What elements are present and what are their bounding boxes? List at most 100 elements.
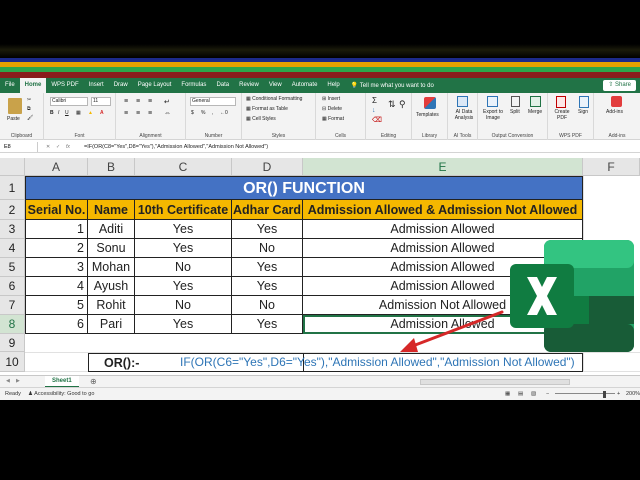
row-header-6[interactable]: 6 — [0, 277, 25, 296]
row-header-3[interactable]: 3 — [0, 220, 25, 239]
create-pdf-icon[interactable] — [556, 96, 566, 108]
insert-function-icon[interactable]: fx — [66, 141, 70, 153]
serial-cell[interactable]: 4 — [25, 277, 88, 296]
merge-center-icon[interactable]: ⇔ — [164, 110, 171, 117]
serial-cell[interactable]: 1 — [25, 220, 88, 239]
row-header-4[interactable]: 4 — [0, 239, 25, 258]
admission-result-cell[interactable]: Admission Allowed — [303, 220, 583, 239]
align-left-icon[interactable]: ≡ — [124, 110, 128, 117]
italic-icon[interactable]: I — [58, 110, 59, 116]
tab-review[interactable]: Review — [234, 78, 264, 93]
ai-data-analysis-icon[interactable] — [457, 96, 468, 107]
borders-icon[interactable]: ▦ — [76, 110, 81, 116]
format-painter-icon[interactable]: 🖌 — [27, 115, 33, 121]
tab-home[interactable]: Home — [19, 78, 47, 93]
cell-styles-button[interactable]: ▦ Cell Styles — [246, 116, 276, 122]
bold-icon[interactable]: B — [50, 110, 54, 116]
templates-icon[interactable] — [424, 97, 436, 109]
sign-icon[interactable] — [579, 96, 589, 108]
tenth-certificate-cell[interactable]: No — [135, 296, 232, 315]
row-header-8[interactable]: 8 — [0, 315, 25, 334]
sort-filter-icon[interactable]: ⇅ — [388, 99, 396, 110]
add-sheet-icon[interactable]: ⊕ — [90, 377, 97, 386]
header-admission-result[interactable]: Admission Allowed & Admission Not Allowe… — [303, 200, 583, 220]
find-select-icon[interactable]: ⚲ — [399, 99, 406, 110]
zoom-slider[interactable] — [555, 393, 615, 394]
adhar-card-cell[interactable]: Yes — [232, 315, 303, 334]
name-cell[interactable]: Pari — [88, 315, 135, 334]
row-header-10[interactable]: 10 — [0, 352, 25, 372]
adhar-card-cell[interactable]: Yes — [232, 220, 303, 239]
column-header-b[interactable]: B — [88, 158, 135, 176]
cancel-icon[interactable]: ✕ — [46, 141, 50, 153]
decimal-icon[interactable]: ←0 — [220, 110, 228, 116]
underline-icon[interactable]: U — [65, 110, 69, 116]
tab-file[interactable]: File — [0, 78, 20, 93]
tab-help[interactable]: Help — [322, 78, 344, 93]
currency-icon[interactable]: $ — [191, 110, 194, 116]
name-cell[interactable]: Aditi — [88, 220, 135, 239]
normal-view-icon[interactable]: ▦ — [505, 388, 510, 400]
serial-cell[interactable]: 5 — [25, 296, 88, 315]
row-header-2[interactable]: 2 — [0, 200, 25, 220]
adhar-card-cell[interactable]: No — [232, 296, 303, 315]
tab-page-layout[interactable]: Page Layout — [133, 78, 177, 93]
delete-cells-button[interactable]: ⊟ Delete — [322, 106, 342, 112]
format-as-table-button[interactable]: ▦ Format as Table — [246, 106, 288, 112]
copy-icon[interactable]: ⧉ — [27, 106, 31, 112]
clear-icon[interactable]: ⌫ — [372, 116, 382, 124]
merge-icon[interactable] — [530, 96, 541, 107]
page-break-view-icon[interactable]: ▧ — [531, 388, 536, 400]
conditional-formatting-button[interactable]: ▦ Conditional Formatting — [246, 96, 302, 102]
column-header-d[interactable]: D — [232, 158, 303, 176]
fill-color-icon[interactable]: ▲ — [88, 110, 93, 116]
header-serial-no[interactable]: Serial No. — [25, 200, 88, 220]
header-name[interactable]: Name — [88, 200, 135, 220]
name-cell[interactable]: Ayush — [88, 277, 135, 296]
share-button[interactable]: ⇧ Share — [603, 80, 636, 91]
tell-me-search[interactable]: 💡 Tell me what you want to do — [351, 82, 434, 89]
wrap-text-icon[interactable]: ↵ — [164, 98, 170, 106]
column-header-c[interactable]: C — [135, 158, 232, 176]
page-layout-view-icon[interactable]: ▤ — [518, 388, 523, 400]
tab-draw[interactable]: Draw — [109, 78, 133, 93]
tenth-certificate-cell[interactable]: Yes — [135, 315, 232, 334]
addins-icon[interactable] — [611, 96, 622, 107]
name-box[interactable]: E8 — [2, 142, 38, 152]
enter-icon[interactable]: ✓ — [56, 141, 60, 153]
formula-input[interactable]: =IF(OR(C8="Yes",D8="Yes"),"Admission All… — [84, 141, 268, 153]
tab-automate[interactable]: Automate — [287, 78, 323, 93]
accessibility-status[interactable]: ♟ Accessibility: Good to go — [28, 388, 94, 400]
column-header-f[interactable]: F — [583, 158, 640, 176]
percent-icon[interactable]: % — [201, 110, 205, 116]
align-middle-icon[interactable]: ≡ — [136, 98, 140, 105]
tenth-certificate-cell[interactable]: Yes — [135, 220, 232, 239]
select-all-corner[interactable] — [0, 158, 25, 176]
serial-cell[interactable]: 3 — [25, 258, 88, 277]
align-bottom-icon[interactable]: ≡ — [148, 98, 152, 105]
row-header-1[interactable]: 1 — [0, 176, 25, 200]
insert-cells-button[interactable]: ⊞ Insert — [322, 96, 340, 102]
tenth-certificate-cell[interactable]: Yes — [135, 239, 232, 258]
format-cells-button[interactable]: ▦ Format — [322, 116, 344, 122]
tab-view[interactable]: View — [264, 78, 287, 93]
name-cell[interactable]: Rohit — [88, 296, 135, 315]
paste-icon[interactable] — [8, 98, 22, 114]
scroll-left-icon[interactable]: ◀ — [6, 378, 10, 384]
number-format-select[interactable]: General — [190, 97, 236, 106]
font-color-icon[interactable]: A — [100, 110, 104, 116]
zoom-level[interactable]: 200% — [626, 388, 640, 400]
title-banner[interactable]: OR() FUNCTION — [25, 176, 583, 200]
name-cell[interactable]: Sonu — [88, 239, 135, 258]
autosum-icon[interactable]: Σ — [372, 96, 377, 105]
comma-icon[interactable]: , — [212, 110, 213, 116]
header-adhar-card[interactable]: Adhar Card — [232, 200, 303, 220]
row-header-5[interactable]: 5 — [0, 258, 25, 277]
column-header-e[interactable]: E — [303, 158, 583, 176]
zoom-in-icon[interactable]: + — [617, 388, 620, 400]
adhar-card-cell[interactable]: No — [232, 239, 303, 258]
adhar-card-cell[interactable]: Yes — [232, 277, 303, 296]
align-center-icon[interactable]: ≡ — [136, 110, 140, 117]
horizontal-scrollbar[interactable] — [420, 379, 570, 385]
tab-data[interactable]: Data — [211, 78, 234, 93]
